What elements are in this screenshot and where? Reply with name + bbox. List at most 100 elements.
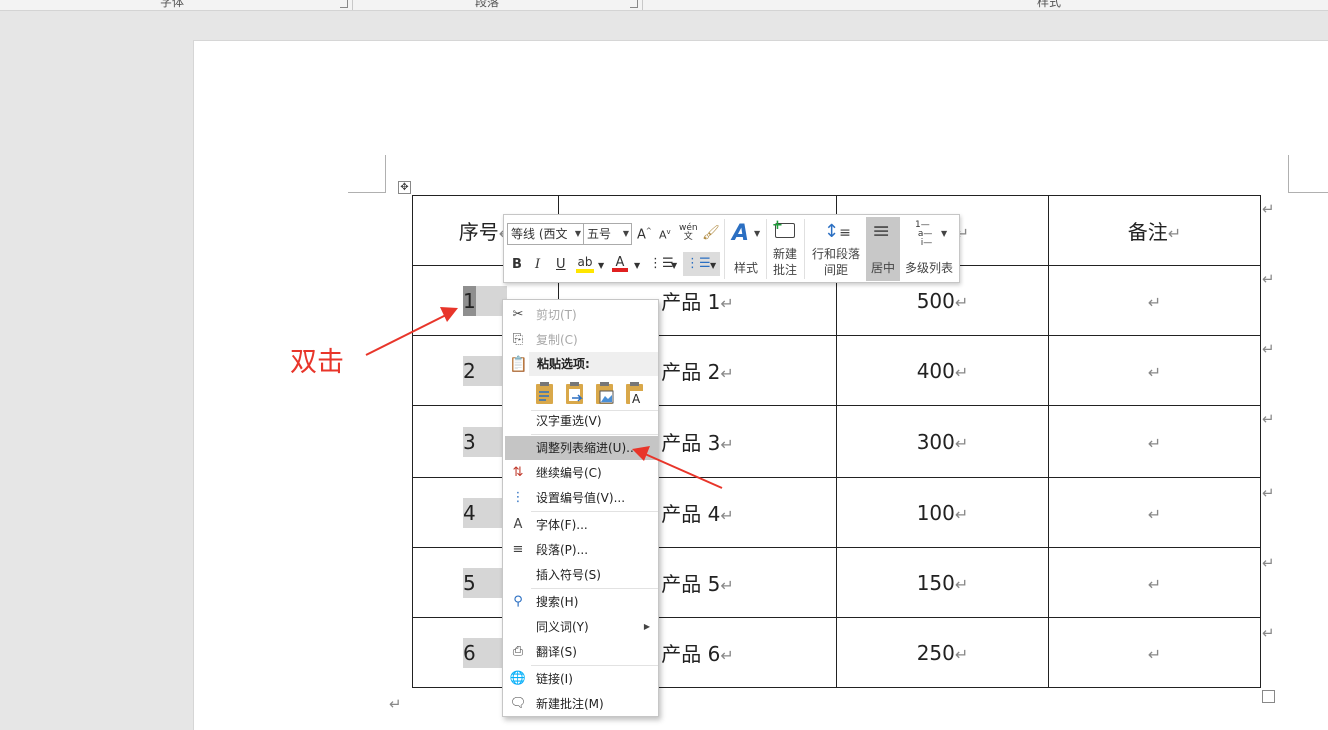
list-number-field[interactable]: 1 — [463, 285, 507, 316]
menu-item-insert-symbol[interactable]: 插入符号(S) — [503, 563, 658, 587]
toolbar-separator — [804, 219, 805, 279]
paste-keep-formatting-icon[interactable] — [533, 380, 557, 408]
new-comment-button[interactable]: + 新建 批注 — [766, 217, 804, 281]
shrink-font-icon[interactable]: Av — [659, 228, 671, 242]
paste-picture-icon[interactable] — [593, 380, 617, 408]
header-cell-note[interactable]: 备注↵ — [1048, 195, 1261, 266]
paste-text-only-icon[interactable]: A — [623, 380, 647, 408]
menu-header-paste-options: 粘贴选项: — [529, 352, 658, 376]
menu-separator — [531, 588, 658, 589]
font-color-icon[interactable]: A — [612, 255, 628, 272]
clipboard-icon: 📋 — [509, 355, 528, 373]
chevron-down-icon[interactable]: ▼ — [598, 261, 604, 270]
quantity-cell[interactable]: 300↵ — [836, 405, 1049, 478]
menu-item-adjust-list-indent[interactable]: 调整列表缩进(U)... — [505, 436, 658, 460]
center-align-button[interactable]: ≡ 居中 — [866, 217, 900, 281]
paste-merge-formatting-icon[interactable] — [563, 380, 587, 408]
menu-separator — [531, 665, 658, 666]
link-icon: 🌐 — [509, 671, 527, 686]
numbering-icon: ⋮☰ — [686, 256, 711, 271]
center-align-icon: ≡ — [872, 219, 891, 244]
bullets-icon[interactable]: ⋮☰ — [649, 256, 674, 271]
ribbon-group-styles-label: 样式 — [1037, 0, 1062, 9]
toolbar-separator — [724, 219, 725, 279]
plus-icon: + — [772, 218, 783, 233]
note-cell[interactable]: ↵ — [1048, 265, 1261, 336]
chevron-down-icon[interactable]: ▼ — [671, 261, 677, 270]
font-dialog-launcher-icon[interactable] — [340, 0, 348, 8]
ribbon-group-paragraph-label: 段落 — [475, 0, 500, 9]
annotation-double-click-label: 双击 — [290, 347, 344, 378]
menu-item-continue-numbering[interactable]: ⇅ 继续编号(C) — [503, 461, 658, 485]
phonetic-guide-icon[interactable]: wén 文 — [679, 224, 698, 242]
multilevel-list-icon: 1— a— i— — [915, 220, 933, 248]
table-resize-handle-icon[interactable] — [1262, 690, 1275, 703]
styles-button[interactable]: A ▼ 样式 — [726, 217, 766, 281]
menu-item-search[interactable]: ⚲ 搜索(H) — [503, 590, 658, 614]
svg-text:A: A — [632, 392, 641, 406]
list-number-field[interactable]: 2 — [463, 355, 507, 386]
search-icon: ⚲ — [513, 594, 523, 609]
menu-item-link[interactable]: 🌐 链接(I) — [503, 667, 658, 691]
menu-item-new-comment[interactable]: 🗨 新建批注(M) — [503, 692, 658, 716]
multilevel-list-button[interactable]: 1— a— i— ▼ 多级列表 — [901, 217, 957, 281]
chevron-down-icon: ▼ — [941, 229, 948, 238]
ribbon-group-separator — [642, 0, 643, 10]
menu-item-synonyms[interactable]: 同义词(Y) ▶ — [503, 615, 658, 639]
continue-numbering-icon: ⇅ — [512, 465, 524, 480]
quantity-cell[interactable]: 150↵ — [836, 547, 1049, 618]
list-number-field[interactable]: 5 — [463, 567, 507, 598]
grow-font-icon[interactable]: A^ — [637, 227, 652, 242]
table-move-handle-icon[interactable]: ✥ — [398, 181, 411, 194]
menu-item-copy[interactable]: ⎘ 复制(C) — [503, 328, 658, 352]
note-cell[interactable]: ↵ — [1048, 335, 1261, 406]
menu-item-cut[interactable]: ✂ 剪切(T) — [503, 303, 658, 327]
line-spacing-icon: ↕≡ — [824, 221, 851, 242]
underline-button[interactable]: U — [556, 257, 566, 272]
format-painter-icon[interactable]: 🖌 — [702, 225, 720, 241]
font-icon: A — [513, 517, 523, 532]
menu-item-hanzi-reselect[interactable]: 汉字重选(V) — [503, 409, 658, 433]
row-end-mark: ↵ — [1262, 484, 1275, 502]
mini-toolbar: 等线 (西文 ▼ 五号 ▼ A^ Av wén 文 🖌 B I U ab ▼ A ▼ … — [503, 214, 960, 283]
styles-icon: A — [732, 221, 750, 246]
chevron-down-icon: ▼ — [754, 229, 761, 238]
italic-button[interactable]: I — [535, 257, 540, 272]
list-number-field[interactable]: 3 — [463, 426, 507, 457]
quantity-cell[interactable]: 400↵ — [836, 335, 1049, 406]
scissors-icon: ✂ — [512, 307, 524, 322]
line-spacing-button[interactable]: ↕≡ 行和段落 间距 — [806, 217, 866, 281]
numbering-button[interactable]: ⋮☰ ▼ — [683, 252, 720, 276]
note-cell[interactable]: ↵ — [1048, 477, 1261, 548]
chevron-down-icon: ▼ — [574, 229, 581, 238]
copy-icon: ⎘ — [512, 332, 524, 347]
quantity-cell[interactable]: 100↵ — [836, 477, 1049, 548]
chevron-down-icon: ▼ — [710, 261, 717, 270]
chevron-down-icon[interactable]: ▼ — [634, 261, 640, 270]
menu-item-font[interactable]: A 字体(F)... — [503, 513, 658, 537]
paragraph-dialog-launcher-icon[interactable] — [630, 0, 638, 8]
menu-separator — [531, 434, 658, 435]
bold-button[interactable]: B — [512, 257, 522, 272]
menu-item-paragraph[interactable]: ≡ 段落(P)... — [503, 538, 658, 562]
row-end-mark: ↵ — [1262, 410, 1275, 428]
note-cell[interactable]: ↵ — [1048, 405, 1261, 478]
highlight-color-icon[interactable]: ab — [576, 255, 594, 273]
ribbon-group-separator — [352, 0, 353, 10]
paragraph-mark: ↵ — [389, 695, 402, 713]
font-size-combo[interactable]: 五号 ▼ — [583, 223, 632, 245]
font-name-combo[interactable]: 等线 (西文 ▼ — [507, 223, 584, 245]
quantity-cell[interactable]: 250↵ — [836, 617, 1049, 688]
ribbon-group-labels: 字体 段落 样式 — [0, 0, 1328, 11]
translate-icon: ⎙ — [512, 644, 524, 659]
set-numbering-value-icon: ⋮ — [511, 490, 525, 505]
chevron-down-icon: ▼ — [622, 229, 629, 238]
list-number-field[interactable]: 4 — [463, 497, 507, 528]
menu-item-set-numbering-value[interactable]: ⋮ 设置编号值(V)... — [503, 486, 658, 510]
note-cell[interactable]: ↵ — [1048, 547, 1261, 618]
row-end-mark: ↵ — [1262, 340, 1275, 358]
menu-item-translate[interactable]: ⎙ 翻译(S) — [503, 640, 658, 664]
note-cell[interactable]: ↵ — [1048, 617, 1261, 688]
list-number-field[interactable]: 6 — [463, 637, 507, 668]
row-end-mark: ↵ — [1262, 200, 1275, 218]
